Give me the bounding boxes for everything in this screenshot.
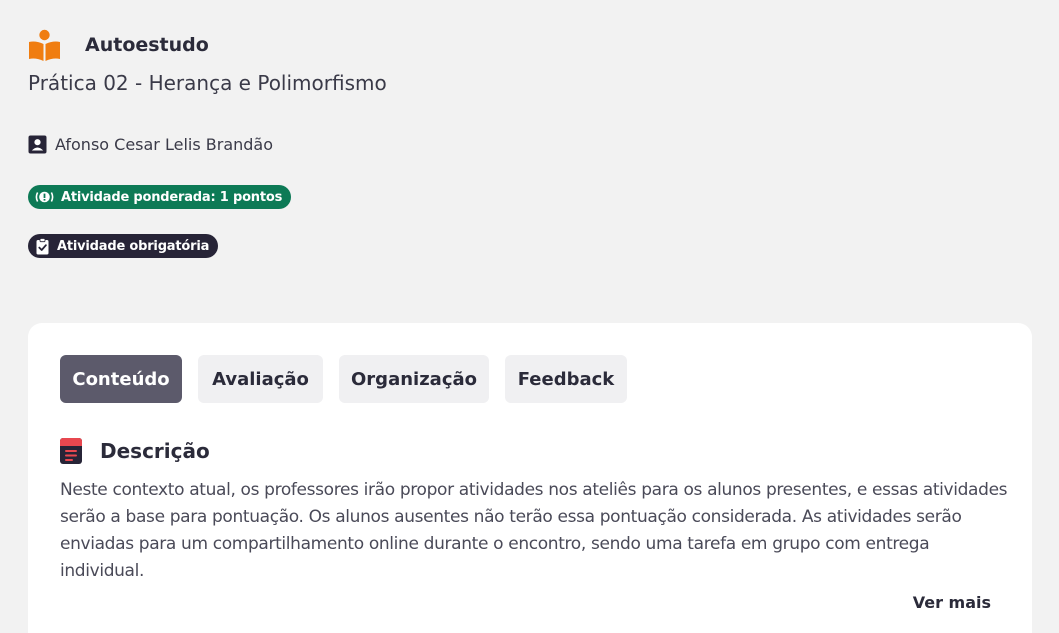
see-more-link[interactable]: Ver mais [913, 593, 991, 612]
content-card: Conteúdo Avaliação Organização Feedback … [28, 323, 1032, 633]
reader-book-icon [29, 29, 60, 61]
alert-circle-icon [35, 191, 54, 203]
activity-header: Autoestudo [28, 28, 209, 62]
tab-avaliacao[interactable]: Avaliação [198, 355, 323, 403]
weighted-activity-label: Atividade ponderada: 1 pontos [61, 189, 283, 205]
author-name: Afonso Cesar Lelis Brandão [55, 134, 274, 154]
description-header: Descrição [60, 438, 210, 464]
activity-category: Autoestudo [85, 34, 209, 56]
clipboard-check-icon [36, 237, 49, 254]
activity-title: Prática 02 - Herança e Polimorfismo [28, 71, 387, 95]
tab-feedback[interactable]: Feedback [505, 355, 627, 403]
weighted-activity-badge: Atividade ponderada: 1 pontos [28, 185, 292, 209]
required-activity-badge: Atividade obrigatória [28, 234, 219, 258]
tab-conteudo[interactable]: Conteúdo [60, 355, 182, 403]
section-title: Descrição [100, 439, 210, 463]
user-badge-icon [28, 135, 47, 153]
author-row: Afonso Cesar Lelis Brandão [28, 134, 273, 154]
tab-organizacao[interactable]: Organização [339, 355, 489, 403]
description-text: Neste contexto atual, os professores irã… [60, 480, 1008, 581]
activity-page: Autoestudo Prática 02 - Herança e Polimo… [0, 0, 1059, 633]
document-icon [60, 438, 82, 464]
required-activity-label: Atividade obrigatória [57, 238, 210, 254]
content-tabs: Conteúdo Avaliação Organização Feedback [60, 355, 643, 403]
